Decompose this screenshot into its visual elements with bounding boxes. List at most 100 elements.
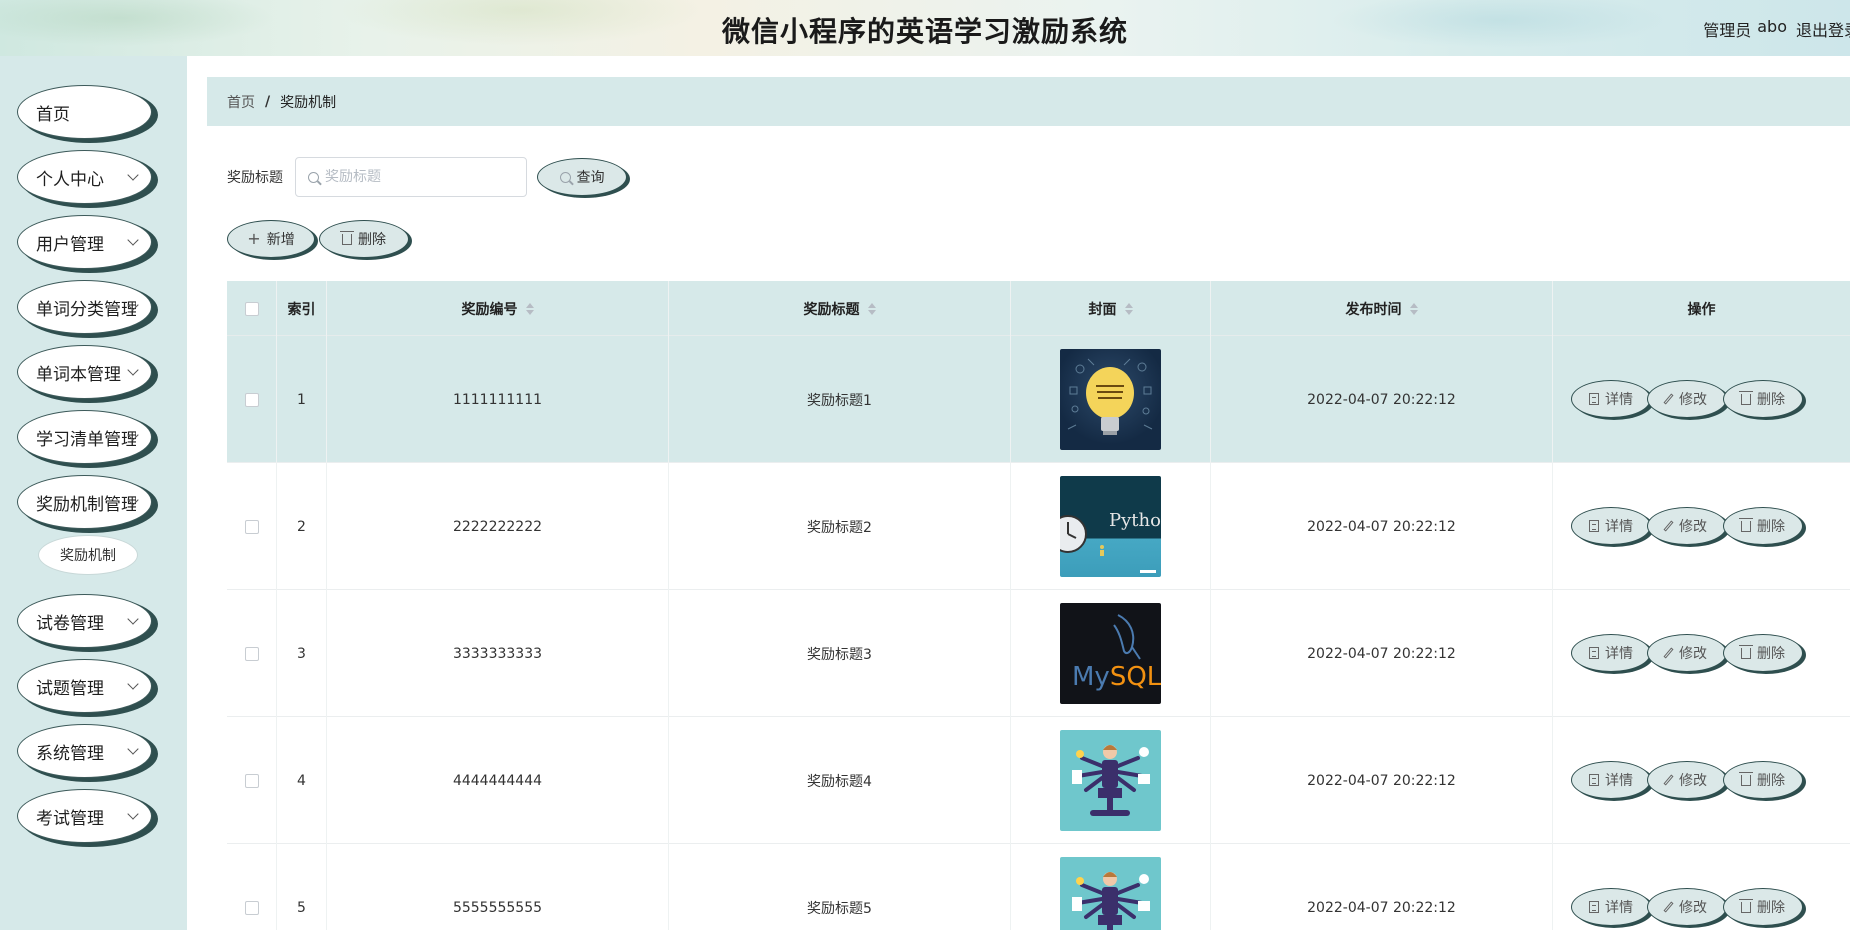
logout-link[interactable]: 退出登录 xyxy=(1796,17,1850,41)
detail-button[interactable]: 详情 xyxy=(1571,634,1651,672)
code-cell-value: 3333333333 xyxy=(452,645,543,662)
time-cell-value: 2022-04-07 20:22:12 xyxy=(1307,391,1456,408)
table-row[interactable]: 4 4444444444 奖励标题4 2022-04-07 20:22:12 详情 修改删… xyxy=(227,717,1850,844)
sidebar-item-7[interactable]: 试卷管理 xyxy=(17,594,152,648)
column-header-time[interactable]: 发布时间 xyxy=(1211,281,1553,336)
row-select-cell xyxy=(227,844,277,930)
admin-name: abo xyxy=(1757,17,1787,36)
trash-icon xyxy=(1739,771,1753,786)
sort-icon[interactable] xyxy=(1409,302,1418,315)
delete-button[interactable]: 删除 xyxy=(1723,761,1803,799)
sidebar-item-label: 考试管理 xyxy=(36,808,104,829)
sidebar-item-label: 用户管理 xyxy=(36,234,104,255)
sidebar-item-label: 学习清单管理 xyxy=(36,429,136,450)
code-cell-value: 4444444444 xyxy=(452,772,543,789)
sidebar-item-10[interactable]: 考试管理 xyxy=(17,789,152,843)
sidebar-item-label: 个人中心 xyxy=(36,169,104,190)
edit-button[interactable]: 修改 xyxy=(1647,634,1727,672)
detail-button-label: 详情 xyxy=(1605,773,1633,789)
search-input-wrapper[interactable] xyxy=(295,157,527,197)
row-checkbox[interactable] xyxy=(244,646,259,661)
search-input[interactable] xyxy=(325,169,505,185)
code-cell-value: 1111111111 xyxy=(452,391,543,408)
row-select-cell xyxy=(227,463,277,590)
time-cell: 2022-04-07 20:22:12 xyxy=(1211,463,1553,590)
sidebar-item-5[interactable]: 学习清单管理 xyxy=(17,410,152,464)
row-checkbox[interactable] xyxy=(244,392,259,407)
trash-icon xyxy=(1739,390,1753,405)
actions-cell: 详情 修改 删除 xyxy=(1553,463,1850,590)
delete-button[interactable]: 删除 xyxy=(1723,888,1803,926)
mysql-cover-image: MySQL xyxy=(1060,603,1161,704)
mysql-cover-text-my: My xyxy=(1072,662,1110,692)
search-button[interactable]: 查询 xyxy=(537,158,627,196)
mysql-cover-text-sql: SQL xyxy=(1110,662,1161,692)
column-header-title[interactable]: 奖励标题 xyxy=(669,281,1011,336)
edit-button[interactable]: 修改 xyxy=(1647,888,1727,926)
add-button[interactable]: + 新增 xyxy=(227,220,315,258)
table-row[interactable]: 22222222222奖励标题2Python2022-04-07 20:22:1… xyxy=(227,463,1850,590)
delete-button[interactable]: 删除 xyxy=(1723,380,1803,418)
sidebar-item-1[interactable]: 个人中心 xyxy=(17,150,152,204)
table-row[interactable]: 3 3333333333 奖励标题3 MySQL 2022-04-07 20:22:12… xyxy=(227,590,1850,717)
search-icon xyxy=(308,171,319,183)
cover-cell xyxy=(1011,844,1211,930)
chevron-down-icon xyxy=(127,169,139,181)
delete-button-label: 删除 xyxy=(1757,773,1785,789)
sidebar-item-6[interactable]: 奖励机制管理 xyxy=(17,475,152,529)
app-title: 微信小程序的英语学习激励系统 xyxy=(721,15,1128,48)
sort-icon[interactable] xyxy=(525,302,534,315)
detail-button[interactable]: 详情 xyxy=(1571,888,1651,926)
select-all-checkbox[interactable] xyxy=(244,301,259,316)
row-checkbox[interactable] xyxy=(244,900,259,915)
submenu-item-reward-mechanism[interactable]: 奖励机制 xyxy=(38,535,138,575)
sidebar-item-0[interactable]: 首页 xyxy=(17,85,152,139)
time-cell-value: 2022-04-07 20:22:12 xyxy=(1307,772,1456,789)
breadcrumb-separator: / xyxy=(265,93,271,110)
edit-button-label: 修改 xyxy=(1679,900,1707,916)
time-cell-value: 2022-04-07 20:22:12 xyxy=(1307,645,1456,662)
sidebar-item-label: 试卷管理 xyxy=(36,613,104,634)
edit-button[interactable]: 修改 xyxy=(1647,507,1727,545)
row-select-cell xyxy=(227,717,277,844)
detail-button[interactable]: 详情 xyxy=(1571,761,1651,799)
batch-delete-button[interactable]: 删除 xyxy=(319,220,409,258)
edit-button[interactable]: 修改 xyxy=(1647,761,1727,799)
row-checkbox[interactable] xyxy=(244,773,259,788)
detail-button[interactable]: 详情 xyxy=(1571,380,1651,418)
sidebar-item-3[interactable]: 单词分类管理 xyxy=(17,280,152,334)
sidebar-item-8[interactable]: 试题管理 xyxy=(17,659,152,713)
column-header-code[interactable]: 奖励编号 xyxy=(327,281,669,336)
delete-button-label: 删除 xyxy=(1757,519,1785,535)
delete-button[interactable]: 删除 xyxy=(1723,634,1803,672)
title-cell-value: 奖励标题5 xyxy=(807,900,872,917)
column-header-cover[interactable]: 封面 xyxy=(1011,281,1211,336)
time-cell: 2022-04-07 20:22:12 xyxy=(1211,336,1553,463)
breadcrumb-home[interactable]: 首页 xyxy=(227,92,255,112)
actions-cell: 详情 修改 删除 xyxy=(1553,336,1850,463)
title-cell-value: 奖励标题2 xyxy=(807,519,872,536)
table-row[interactable]: 1 1111111111 奖励标题1 2022-04-07 20:22:12 详情 修改删… xyxy=(227,336,1850,463)
breadcrumb-current: 奖励机制 xyxy=(280,94,337,111)
document-icon xyxy=(1589,647,1599,659)
edit-button[interactable]: 修改 xyxy=(1647,380,1727,418)
header-select-all-cell xyxy=(227,281,277,336)
time-cell: 2022-04-07 20:22:12 xyxy=(1211,590,1553,717)
title-cell: 奖励标题5 xyxy=(669,844,1011,930)
table-row[interactable]: 5 5555555555 奖励标题5 2022-04-07 20:22:12 详情 修改删… xyxy=(227,844,1850,930)
delete-button[interactable]: 删除 xyxy=(1723,507,1803,545)
code-cell-value: 5555555555 xyxy=(452,899,543,916)
sidebar-item-4[interactable]: 单词本管理 xyxy=(17,345,152,399)
sidebar-item-label: 系统管理 xyxy=(36,743,104,764)
row-select-cell xyxy=(227,590,277,717)
code-cell: 4444444444 xyxy=(327,717,669,844)
sidebar-item-9[interactable]: 系统管理 xyxy=(17,724,152,778)
sidebar-item-2[interactable]: 用户管理 xyxy=(17,215,152,269)
sidebar-item-label: 首页 xyxy=(36,104,70,125)
row-checkbox[interactable] xyxy=(244,519,259,534)
detail-button[interactable]: 详情 xyxy=(1571,507,1651,545)
sort-icon[interactable] xyxy=(1124,302,1133,315)
column-header-time-label: 发布时间 xyxy=(1345,301,1402,318)
column-header-code-label: 奖励编号 xyxy=(461,301,518,318)
sort-icon[interactable] xyxy=(867,302,876,315)
